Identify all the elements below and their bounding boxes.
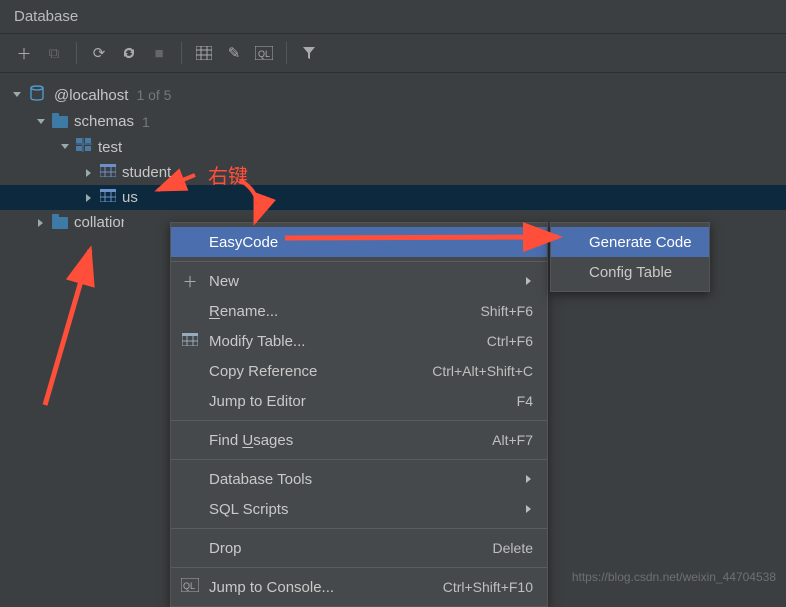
collations-label: collation	[74, 214, 124, 231]
expand-arrow-icon	[10, 88, 24, 102]
collapse-arrow-icon	[82, 166, 96, 180]
menu-item-sqlscripts[interactable]: SQL Scripts	[171, 494, 547, 524]
filter-button[interactable]	[295, 40, 323, 66]
collapse-arrow-icon	[82, 191, 96, 205]
menu-separator	[171, 567, 547, 568]
table-icon	[100, 189, 116, 206]
tree-table-row-selected[interactable]: us	[0, 185, 786, 210]
menu-separator	[171, 420, 547, 421]
separator	[286, 42, 287, 64]
context-submenu-easycode: Generate Code Config Table	[550, 222, 710, 292]
menu-item-label: EasyCode	[209, 234, 278, 251]
add-button[interactable]: ＋	[10, 40, 38, 66]
separator	[76, 42, 77, 64]
menu-separator	[171, 261, 547, 262]
ql-icon: QL	[181, 578, 199, 596]
watermark: https://blog.csdn.net/weixin_44704538	[572, 570, 776, 584]
table-icon	[181, 333, 199, 350]
tree-schemas-row[interactable]: schemas 1	[0, 109, 786, 134]
menu-item-shortcut: F4	[517, 393, 533, 409]
menu-item-label: Copy Reference	[209, 363, 317, 380]
schema-icon	[76, 138, 92, 156]
menu-item-shortcut: Alt+F7	[492, 432, 533, 448]
panel-title: Database	[0, 0, 786, 34]
menu-item-usages[interactable]: Find Usages Alt+F7	[171, 425, 547, 455]
menu-item-label: New	[209, 273, 239, 290]
schemas-label: schemas	[74, 113, 134, 130]
expand-arrow-icon	[34, 115, 48, 129]
menu-item-dbtools[interactable]: Database Tools	[171, 464, 547, 494]
copy-button[interactable]: ⧉	[40, 40, 68, 66]
menu-separator	[171, 459, 547, 460]
menu-item-label: Find Usages	[209, 432, 293, 449]
menu-item-label: Rename...	[209, 303, 278, 320]
database-tree: @localhost 1 of 5 schemas 1 test student	[0, 73, 786, 235]
folder-icon	[52, 116, 68, 128]
jdbc-icon	[28, 85, 48, 105]
annotation-right-click-label: 右键	[208, 160, 248, 189]
expand-arrow-icon	[58, 140, 72, 154]
menu-item-shortcut: Ctrl+F6	[487, 333, 533, 349]
tree-host-row[interactable]: @localhost 1 of 5	[0, 81, 786, 109]
host-count: 1 of 5	[136, 87, 171, 103]
submenu-arrow-icon	[525, 273, 533, 290]
menu-item-label: Drop	[209, 540, 242, 557]
menu-item-label: Jump to Editor	[209, 393, 306, 410]
submenu-arrow-icon	[525, 501, 533, 518]
table-label: student	[122, 164, 171, 181]
collapse-arrow-icon	[34, 216, 48, 230]
menu-item-label: Generate Code	[589, 234, 692, 251]
table-label: us	[122, 189, 138, 206]
menu-item-label: SQL Scripts	[209, 501, 288, 518]
menu-item-label: Modify Table...	[209, 333, 305, 350]
stop-button[interactable]: ■	[145, 40, 173, 66]
context-menu: EasyCode ＋ New Rename... Shift+F6 Modify Tabl…	[170, 222, 548, 607]
menu-item-label: Jump to Console...	[209, 579, 334, 596]
tree-table-row[interactable]: student	[0, 160, 786, 185]
toolbar: ＋ ⧉ ⟳ ■ ✎ QL	[0, 34, 786, 73]
menu-item-console[interactable]: QL Jump to Console... Ctrl+Shift+F10	[171, 572, 547, 602]
menu-item-shortcut: Ctrl+Shift+F10	[443, 579, 533, 595]
menu-item-label: Database Tools	[209, 471, 312, 488]
separator	[181, 42, 182, 64]
menu-item-cfgtable[interactable]: Config Table	[551, 257, 709, 287]
menu-item-rename[interactable]: Rename... Shift+F6	[171, 296, 547, 326]
folder-icon	[52, 217, 68, 229]
menu-item-shortcut: Shift+F6	[480, 303, 533, 319]
sync-button[interactable]	[115, 40, 143, 66]
svg-text:QL: QL	[258, 49, 270, 59]
table-view-button[interactable]	[190, 40, 218, 66]
menu-item-copyref[interactable]: Copy Reference Ctrl+Alt+Shift+C	[171, 356, 547, 386]
submenu-arrow-icon	[525, 471, 533, 488]
menu-item-jump[interactable]: Jump to Editor F4	[171, 386, 547, 416]
menu-item-label: Config Table	[589, 264, 672, 281]
schemas-count: 1	[142, 114, 150, 130]
menu-item-drop[interactable]: Drop Delete	[171, 533, 547, 563]
edit-button[interactable]: ✎	[220, 40, 248, 66]
menu-item-easycode[interactable]: EasyCode	[171, 227, 547, 257]
db-label: test	[98, 139, 122, 156]
menu-item-gencode[interactable]: Generate Code	[551, 227, 709, 257]
host-label: @localhost	[54, 87, 128, 104]
tree-db-row[interactable]: test	[0, 134, 786, 160]
menu-item-shortcut: Delete	[493, 540, 533, 556]
+-icon: ＋	[181, 271, 199, 292]
menu-separator	[171, 528, 547, 529]
submenu-arrow-icon	[525, 234, 533, 251]
console-button[interactable]: QL	[250, 40, 278, 66]
menu-item-modify[interactable]: Modify Table... Ctrl+F6	[171, 326, 547, 356]
refresh-button[interactable]: ⟳	[85, 40, 113, 66]
menu-item-new[interactable]: ＋ New	[171, 266, 547, 296]
menu-item-shortcut: Ctrl+Alt+Shift+C	[432, 363, 533, 379]
table-icon	[100, 164, 116, 181]
